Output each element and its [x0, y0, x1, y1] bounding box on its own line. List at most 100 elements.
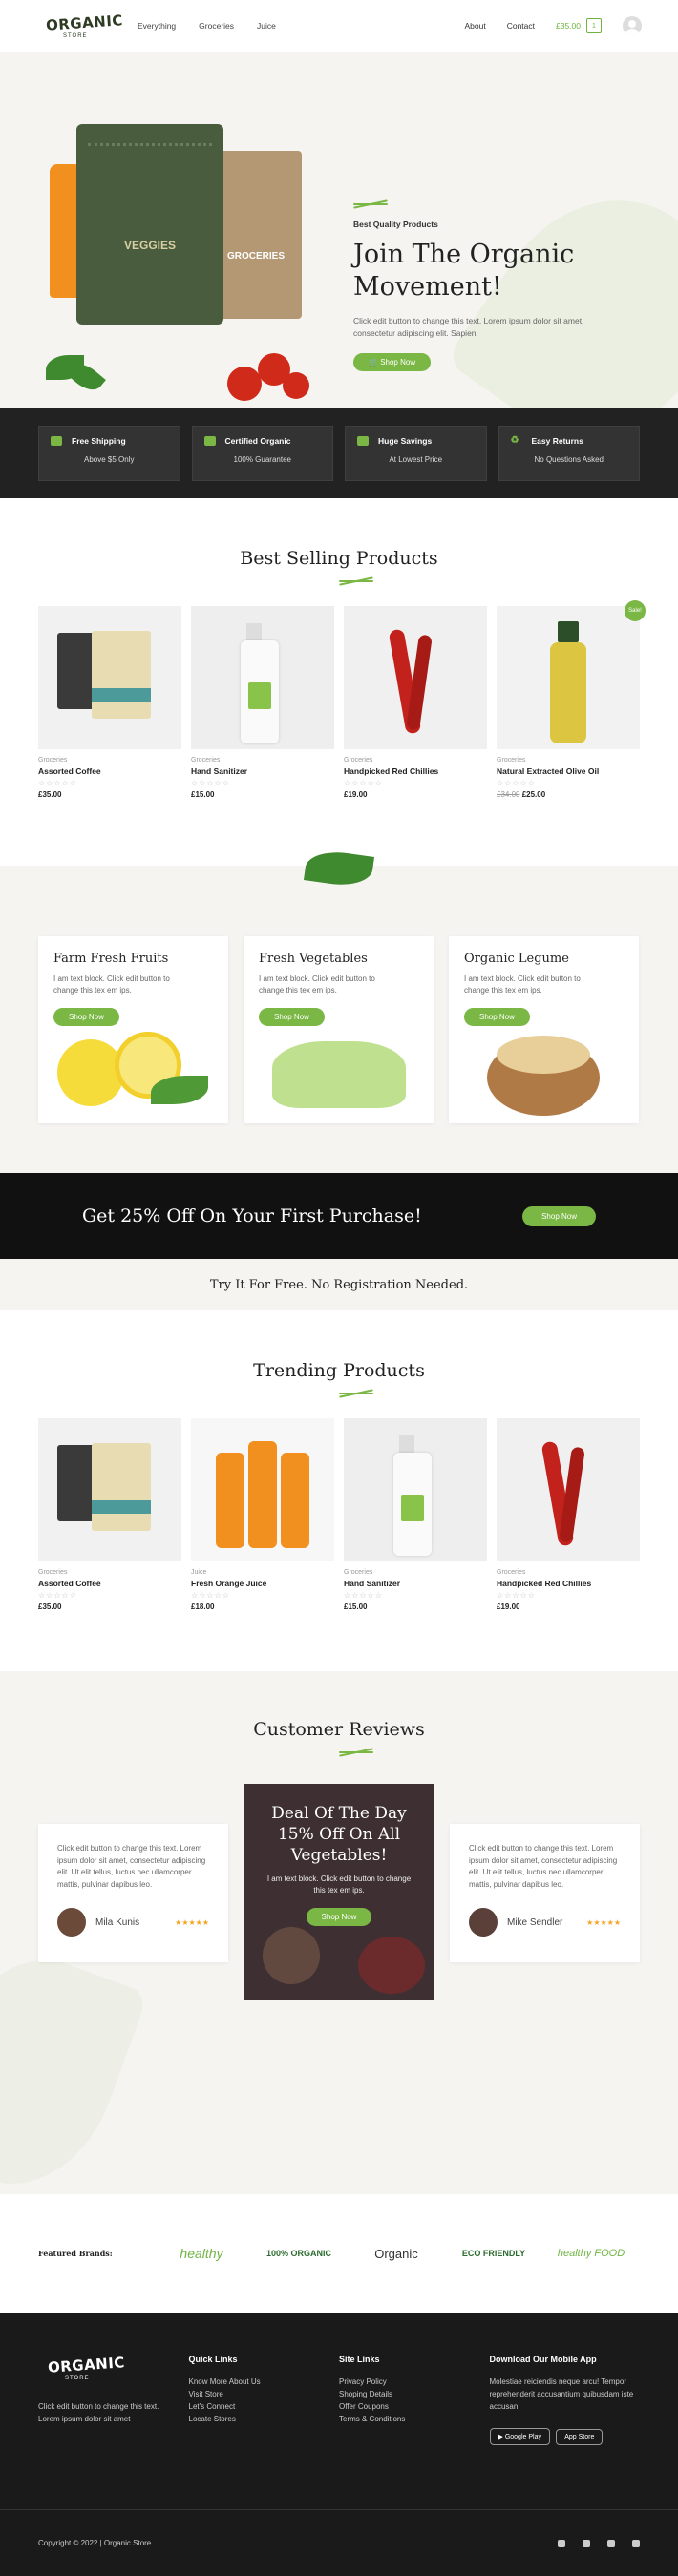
reviews-section: Customer Reviews Click edit button to ch… [0, 1671, 678, 2194]
bag2-label: GROCERIES [227, 251, 286, 262]
footer-link[interactable]: Terms & Conditions [339, 2413, 490, 2425]
product-image[interactable] [344, 606, 487, 749]
feature-box: Certified Organic 100% Guarantee [191, 426, 333, 481]
product-card[interactable]: Groceries Assorted Coffee ☆☆☆☆☆ £35.00 [38, 1418, 181, 1611]
nav-juice[interactable]: Juice [257, 21, 276, 31]
promo-title: Get 25% Off On Your First Purchase! [82, 1205, 422, 1226]
copyright-text: Copyright © 2022 | Organic Store [38, 2539, 152, 2547]
store-label: Google Play [504, 2434, 541, 2440]
product-image[interactable] [191, 606, 334, 749]
footer-app: Download Our Mobile App Molestiae reicie… [489, 2355, 641, 2509]
product-category[interactable]: Groceries [38, 757, 181, 764]
product-image[interactable] [38, 606, 181, 749]
product-category[interactable]: Groceries [497, 1569, 640, 1576]
product-card[interactable]: Groceries Handpicked Red Chillies ☆☆☆☆☆ … [497, 1418, 640, 1611]
footer-link[interactable]: Let's Connect [189, 2400, 340, 2413]
product-card[interactable]: Sale! Groceries Natural Extracted Olive … [497, 600, 646, 799]
feature-title: Easy Returns [531, 436, 583, 446]
footer-link[interactable]: Shoping Details [339, 2388, 490, 2400]
product-name[interactable]: Hand Sanitizer [344, 1579, 487, 1588]
feature-title: Huge Savings [378, 436, 433, 446]
facebook-icon[interactable] [558, 2539, 565, 2547]
product-card[interactable]: Juice Fresh Orange Juice ☆☆☆☆☆ £18.00 [191, 1418, 334, 1611]
nav-about[interactable]: About [464, 21, 485, 31]
product-card[interactable]: Groceries Hand Sanitizer ☆☆☆☆☆ £15.00 [191, 606, 334, 799]
product-category[interactable]: Groceries [497, 757, 640, 764]
google-play-button[interactable]: ▶ Google Play [489, 2428, 550, 2445]
brand-logo[interactable]: Organic [348, 2247, 445, 2261]
brand-logo[interactable]: healthy FOOD [542, 2248, 640, 2259]
category-section: Farm Fresh Fruits I am text block. Click… [0, 848, 678, 1173]
product-category[interactable]: Groceries [191, 757, 334, 764]
product-category[interactable]: Groceries [344, 1569, 487, 1576]
cart[interactable]: £35.00 1 [556, 18, 602, 33]
product-name[interactable]: Fresh Orange Juice [191, 1579, 334, 1588]
product-category[interactable]: Groceries [38, 1569, 181, 1576]
footer-site-links: Site Links Privacy Policy Shoping Detail… [339, 2355, 490, 2509]
product-card[interactable]: Groceries Hand Sanitizer ☆☆☆☆☆ £15.00 [344, 1418, 487, 1611]
footer-bottom: Copyright © 2022 | Organic Store [0, 2509, 678, 2576]
review-card: Click edit button to change this text. L… [450, 1824, 640, 1962]
product-image[interactable] [497, 606, 640, 749]
product-card[interactable]: Groceries Handpicked Red Chillies ☆☆☆☆☆ … [344, 606, 487, 799]
app-store-button[interactable]: App Store [556, 2429, 604, 2445]
product-name[interactable]: Natural Extracted Olive Oil [497, 766, 640, 776]
footer-link[interactable]: Know More About Us [189, 2376, 340, 2388]
twitter-icon[interactable] [583, 2539, 590, 2547]
product-image[interactable] [38, 1418, 181, 1561]
brand-logo[interactable]: ECO FRIENDLY [445, 2249, 542, 2258]
feature-box: ♻ Easy Returns No Questions Asked [498, 426, 640, 481]
hero-description: Click edit button to change this text. L… [353, 316, 584, 338]
instagram-icon[interactable] [607, 2539, 615, 2547]
category-card[interactable]: Fresh Vegetables I am text block. Click … [244, 936, 434, 1123]
product-price: £15.00 [191, 790, 215, 799]
product-price: £18.00 [191, 1602, 215, 1611]
deal-shop-now-button[interactable]: Shop Now [306, 1908, 372, 1926]
brand-logo[interactable]: 100% ORGANIC [250, 2249, 348, 2258]
product-card[interactable]: Groceries Assorted Coffee ☆☆☆☆☆ £35.00 [38, 606, 181, 799]
brands-label: Featured Brands: [38, 2249, 113, 2258]
google-icon[interactable] [632, 2539, 640, 2547]
footer-link[interactable]: Locate Stores [189, 2413, 340, 2425]
product-name[interactable]: Handpicked Red Chillies [344, 766, 487, 776]
category-shop-now-button[interactable]: Shop Now [259, 1008, 325, 1026]
product-image[interactable] [344, 1418, 487, 1561]
rating-stars-icon: ★★★★★ [175, 1917, 209, 1927]
product-name[interactable]: Assorted Coffee [38, 1579, 181, 1588]
groceries-bag-image: GROCERIES [218, 151, 302, 319]
site-footer: ORGANIC STORE Click edit button to chang… [0, 2313, 678, 2509]
cart-count: 1 [592, 22, 596, 30]
leaf-divider-icon [322, 576, 373, 586]
product-name[interactable]: Assorted Coffee [38, 766, 181, 776]
category-card[interactable]: Farm Fresh Fruits I am text block. Click… [38, 936, 228, 1123]
footer-link[interactable]: Offer Coupons [339, 2400, 490, 2413]
logo-subtext: STORE [65, 2376, 90, 2381]
nav-groceries[interactable]: Groceries [199, 21, 234, 31]
account-avatar-icon[interactable] [623, 16, 642, 35]
play-store-icon: ▶ [498, 2434, 505, 2440]
product-name[interactable]: Handpicked Red Chillies [497, 1579, 640, 1588]
footer-link[interactable]: Visit Store [189, 2388, 340, 2400]
product-category[interactable]: Juice [191, 1569, 334, 1576]
category-shop-now-button[interactable]: Shop Now [53, 1008, 119, 1026]
site-logo[interactable]: ORGANIC STORE [36, 7, 123, 45]
product-grid: Groceries Assorted Coffee ☆☆☆☆☆ £35.00 G… [0, 600, 678, 799]
footer-link[interactable]: Privacy Policy [339, 2376, 490, 2388]
category-card[interactable]: Organic Legume I am text block. Click ed… [449, 936, 639, 1123]
leaf-divider-icon [353, 199, 388, 209]
review-text: Click edit button to change this text. L… [57, 1844, 206, 1889]
product-image[interactable] [191, 1418, 334, 1561]
product-image[interactable] [497, 1418, 640, 1561]
product-category[interactable]: Groceries [344, 757, 487, 764]
hero-shop-now-button[interactable]: 🛒 Shop Now [353, 353, 432, 371]
footer-app-text: Molestiae reiciendis neque arcu! Tempor … [489, 2377, 634, 2411]
feature-box: Huge Savings At Lowest Price [345, 426, 487, 481]
brand-logo[interactable]: healthy [153, 2246, 250, 2261]
nav-contact[interactable]: Contact [507, 21, 535, 31]
product-name[interactable]: Hand Sanitizer [191, 766, 334, 776]
nav-everything[interactable]: Everything [138, 21, 176, 31]
logo-text: ORGANIC [47, 2354, 126, 2377]
promo-shop-now-button[interactable]: Shop Now [522, 1205, 596, 1226]
category-shop-now-button[interactable]: Shop Now [464, 1008, 530, 1026]
footer-logo[interactable]: ORGANIC STORE [38, 2354, 125, 2393]
